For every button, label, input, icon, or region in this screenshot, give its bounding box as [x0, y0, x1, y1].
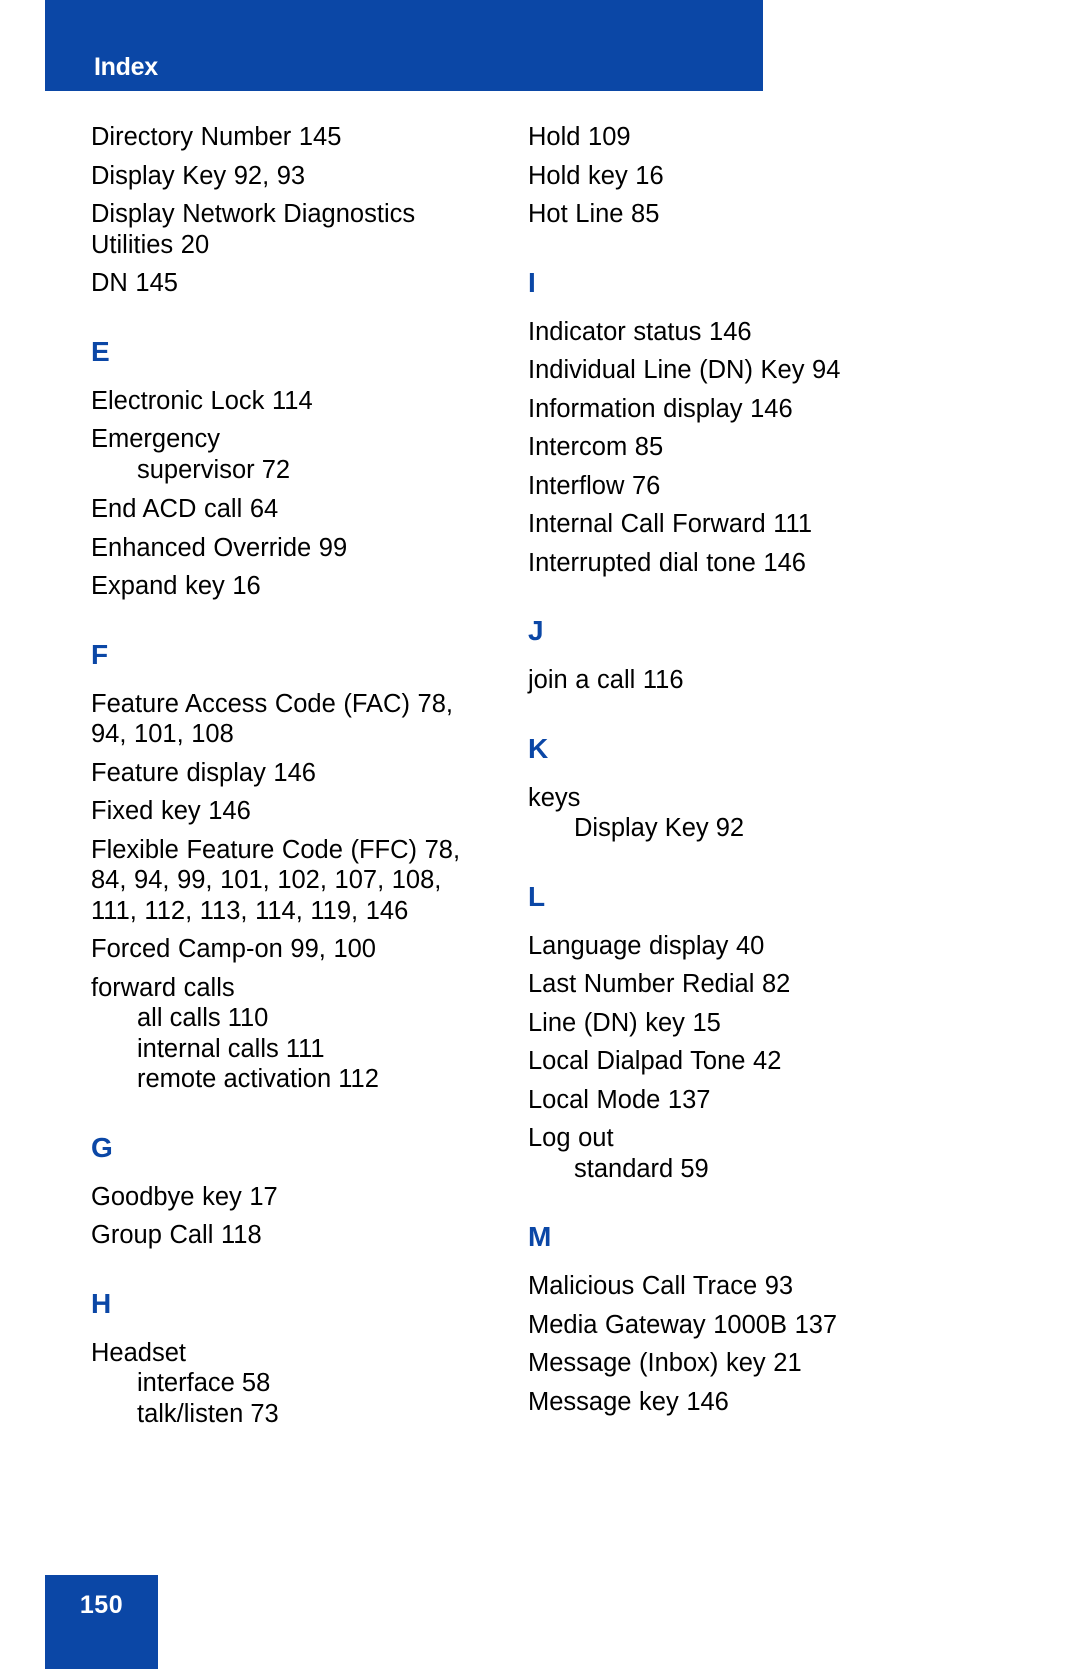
- index-entry: Intercom 85: [528, 433, 664, 461]
- page-number-block: 150: [45, 1575, 158, 1669]
- index-entry: Headset: [91, 1338, 186, 1367]
- index-subentry: talk/listen 73: [137, 1399, 279, 1428]
- index-subentry: supervisor 72: [137, 455, 291, 484]
- index-entry: Media Gateway 1000B 137: [528, 1310, 838, 1339]
- index-letter-heading: G: [91, 1131, 113, 1163]
- index-entry: Fixed key 146: [91, 797, 251, 825]
- index-letter-heading: I: [528, 266, 536, 298]
- index-entry: Internal Call Forward 111: [528, 510, 813, 538]
- index-entry: Feature Access Code (FAC) 78, 94, 101, 1…: [91, 689, 453, 749]
- index-entry: Hold 109: [528, 123, 631, 151]
- index-entry: keys: [528, 783, 581, 812]
- index-entry: Language display 40: [528, 931, 765, 960]
- index-entry: Local Mode 137: [528, 1085, 711, 1114]
- index-entry: Indicator status 146: [528, 317, 752, 346]
- index-entry: Last Number Redial 82: [528, 970, 791, 998]
- index-entry: Local Dialpad Tone 42: [528, 1047, 782, 1075]
- index-entry: Expand key 16: [91, 572, 261, 600]
- page-title: Index: [94, 53, 158, 81]
- page-number: 150: [79, 1591, 124, 1619]
- index-entry: Information display 146: [528, 394, 793, 423]
- index-subentry: interface 58: [137, 1369, 271, 1397]
- index-entry: Feature display 146: [91, 758, 316, 787]
- index-letter-heading: H: [91, 1287, 112, 1319]
- index-entry: Emergency: [91, 425, 220, 453]
- index-entry: Message key 146: [528, 1387, 729, 1416]
- index-entry: Hold key 16: [528, 161, 664, 190]
- index-letter-heading: L: [528, 880, 546, 912]
- index-entry: Individual Line (DN) Key 94: [528, 356, 841, 384]
- index-subentry: Display Key 92: [574, 814, 745, 842]
- index-column-left: Directory Number 145 Display Key 92, 93 Di…: [91, 122, 491, 1429]
- index-subentry: standard 59: [574, 1154, 709, 1183]
- index-entry: Directory Number 145: [91, 123, 342, 151]
- index-entry: Electronic Lock 114: [91, 386, 313, 415]
- index-entry: Malicious Call Trace 93: [528, 1272, 794, 1300]
- index-subentry: all calls 110: [137, 1004, 269, 1032]
- index-entry: Line (DN) key 15: [528, 1008, 721, 1037]
- index-entry: Flexible Feature Code (FFC) 78, 84, 94, …: [91, 835, 461, 925]
- index-entry: End ACD call 64: [91, 495, 279, 523]
- index-entry: Enhanced Override 99: [91, 533, 348, 562]
- index-entry: DN 145: [91, 269, 178, 297]
- index-entry: Display Key 92, 93: [91, 161, 306, 190]
- index-letter-heading: K: [528, 732, 549, 764]
- index-entry: Forced Camp-on 99, 100: [91, 935, 376, 963]
- index-header-band: Index: [45, 0, 763, 91]
- index-letter-heading: J: [528, 615, 544, 646]
- index-column-right: Hold 109 Hold key 16 Hot Line 85 I Indicator…: [528, 122, 948, 1425]
- index-entry: Goodbye key 17: [91, 1182, 278, 1211]
- index-letter-heading: M: [528, 1221, 552, 1252]
- index-entry: forward calls: [91, 973, 235, 1002]
- index-subentry: remote activation 112: [137, 1065, 379, 1093]
- index-subentry: internal calls 111: [137, 1034, 325, 1063]
- index-letter-heading: F: [91, 638, 109, 670]
- index-entry: Log out: [528, 1124, 614, 1152]
- index-entry: Interrupted dial tone 146: [528, 548, 806, 577]
- index-letter-heading: E: [91, 335, 110, 367]
- index-entry: join a call 116: [528, 666, 684, 694]
- index-entry: Group Call 118: [91, 1221, 262, 1249]
- index-entry: Message (Inbox) key 21: [528, 1349, 802, 1377]
- index-entry: Display Network Diagnostics Utilities 20: [91, 200, 416, 259]
- index-entry: Interflow 76: [528, 471, 661, 500]
- index-entry: Hot Line 85: [528, 200, 660, 228]
